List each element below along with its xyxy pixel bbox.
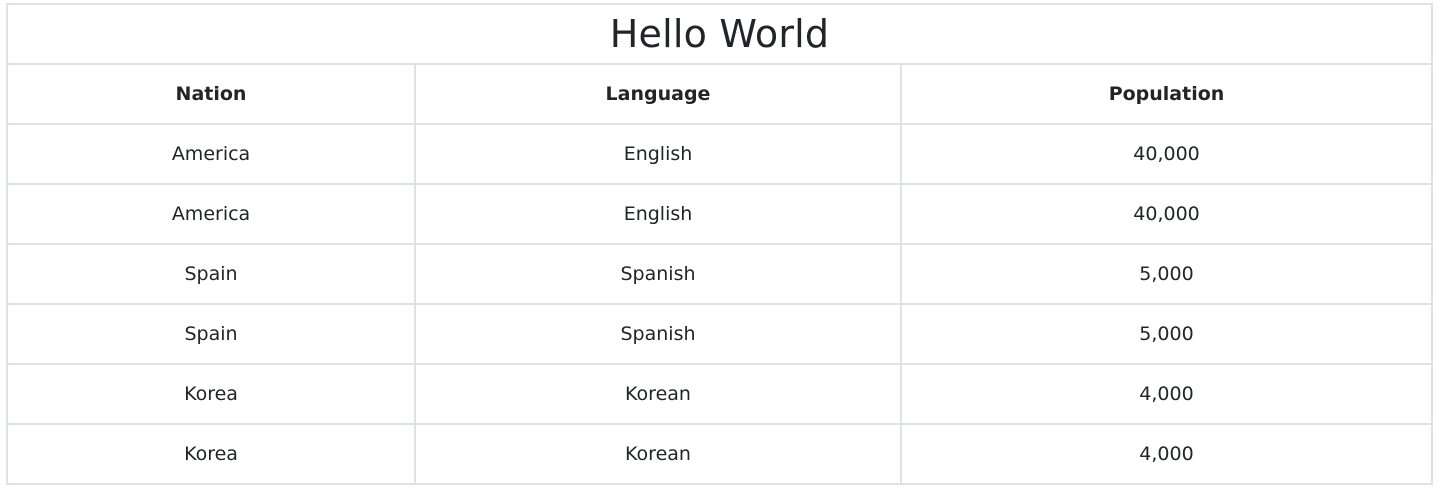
column-header-language: Language [414,63,902,125]
cell-population: 5,000 [899,243,1434,305]
cell-language: Korean [414,363,902,425]
cell-nation: America [6,123,416,185]
cell-nation: Korea [6,423,416,485]
data-table: Hello World Nation Language Population A… [5,3,1434,485]
header-row: Nation Language Population [6,63,1434,125]
column-header-nation: Nation [6,63,416,125]
cell-nation: America [6,183,416,245]
table-row: Korea Korean 4,000 [6,363,1434,425]
cell-nation: Spain [6,303,416,365]
cell-population: 40,000 [899,123,1434,185]
title-row: Hello World [5,3,1434,65]
cell-population: 5,000 [899,303,1434,365]
cell-language: Spanish [414,243,902,305]
table-container: Hello World Nation Language Population A… [5,3,1434,485]
cell-nation: Korea [6,363,416,425]
table-row: America English 40,000 [6,123,1434,185]
table-title: Hello World [5,3,1434,65]
cell-language: Spanish [414,303,902,365]
cell-language: Korean [414,423,902,485]
table-row: Korea Korean 4,000 [6,423,1434,485]
table-row: Spain Spanish 5,000 [6,243,1434,305]
column-header-population: Population [899,63,1434,125]
table-head: Hello World Nation Language Population [5,3,1434,125]
table-row: Spain Spanish 5,000 [6,303,1434,365]
table-body: America English 40,000 America English 4… [6,123,1434,485]
table-row: America English 40,000 [6,183,1434,245]
cell-population: 4,000 [899,363,1434,425]
cell-language: English [414,183,902,245]
cell-population: 4,000 [899,423,1434,485]
cell-nation: Spain [6,243,416,305]
cell-population: 40,000 [899,183,1434,245]
cell-language: English [414,123,902,185]
